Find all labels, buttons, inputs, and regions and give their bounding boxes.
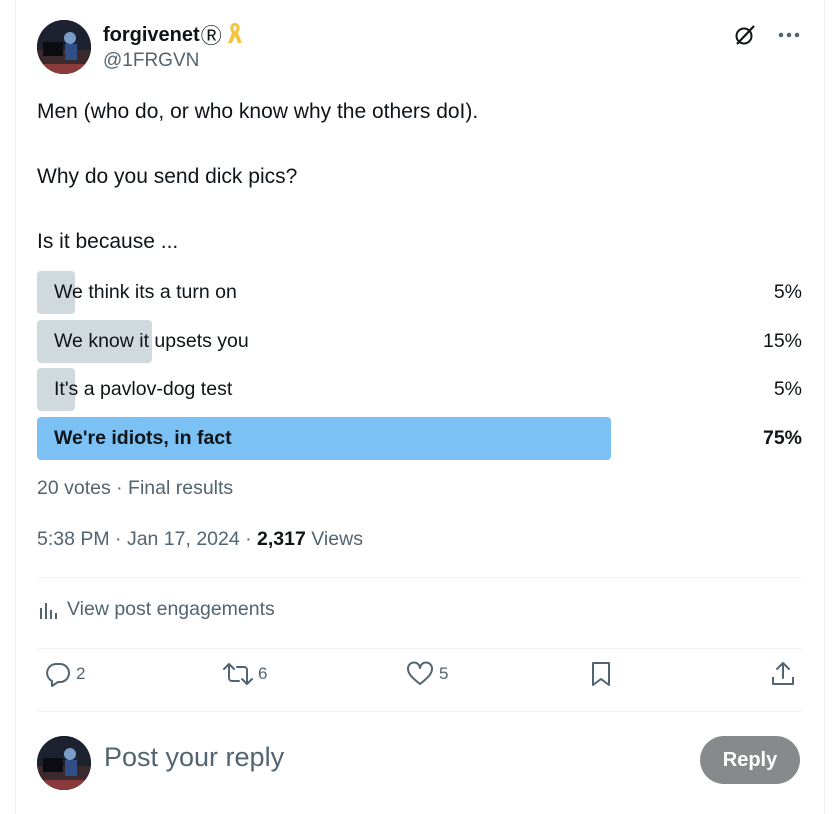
column-border-left (15, 0, 16, 814)
poll-option: We know it upsets you 15% (37, 319, 802, 363)
reply-button[interactable]: 2 (44, 660, 85, 688)
poll-option-percent: 5% (773, 281, 802, 303)
post-text: Men (who do, or who know why the others … (37, 100, 479, 253)
poll-option-label: We're idiots, in fact (54, 426, 232, 449)
views-label: Views (305, 528, 363, 550)
share-icon (772, 662, 794, 685)
grok-icon[interactable] (732, 22, 758, 48)
poll-meta: 20 votes · Final results (37, 477, 234, 499)
like-button[interactable]: 5 (405, 660, 448, 688)
poll-option-label: We know it upsets you (54, 329, 249, 352)
reply-submit-button[interactable]: Reply (700, 736, 800, 784)
divider (37, 648, 802, 649)
post-timestamp[interactable]: 5:38 PM · Jan 17, 2024 · (37, 528, 257, 550)
poll-option-label: We think its a turn on (54, 281, 237, 303)
timestamp-row: 5:38 PM · Jan 17, 2024 · 2,317 Views (37, 528, 363, 551)
divider (37, 577, 802, 578)
author-handle[interactable]: @1FRGVN (103, 50, 199, 72)
divider (37, 711, 802, 712)
action-bar: 2 6 5 (37, 660, 802, 700)
bookmark-icon (592, 662, 610, 686)
author-avatar[interactable] (37, 20, 91, 74)
author-name-row: forgivenet Ⓡ (103, 20, 244, 50)
views-count: 2,317 (257, 528, 306, 550)
reply-icon (46, 663, 70, 687)
like-icon (407, 661, 433, 685)
bookmark-button[interactable] (589, 660, 613, 688)
view-engagements-link[interactable]: View post engagements (37, 598, 275, 621)
analytics-icon (40, 602, 57, 619)
poll-option-label: It's a pavlov-dog test (54, 378, 233, 401)
awareness-ribbon-icon (226, 21, 244, 50)
column-border-right (824, 0, 825, 814)
post-header-actions (732, 22, 802, 48)
poll-option-percent: 5% (773, 378, 802, 401)
author-display-name[interactable]: forgivenet (103, 24, 200, 47)
like-count: 5 (439, 664, 449, 683)
repost-count: 6 (258, 664, 268, 683)
more-icon[interactable] (776, 22, 802, 48)
poll-option-winner: We're idiots, in fact 75% (37, 416, 802, 460)
repost-button[interactable]: 6 (222, 660, 267, 688)
poll: We think its a turn on 5% We know it ups… (37, 271, 802, 465)
repost-icon (223, 663, 253, 685)
reply-input[interactable]: Post your reply (104, 742, 284, 773)
poll-option-percent: 75% (762, 426, 802, 449)
reply-count: 2 (76, 664, 86, 683)
registered-mark: Ⓡ (200, 25, 222, 48)
user-avatar (37, 736, 91, 790)
share-button[interactable] (770, 660, 796, 688)
poll-option: It's a pavlov-dog test 5% (37, 368, 802, 412)
poll-option: We think its a turn on 5% (37, 271, 802, 314)
poll-option-percent: 15% (762, 329, 802, 352)
engagements-label: View post engagements (67, 598, 275, 620)
